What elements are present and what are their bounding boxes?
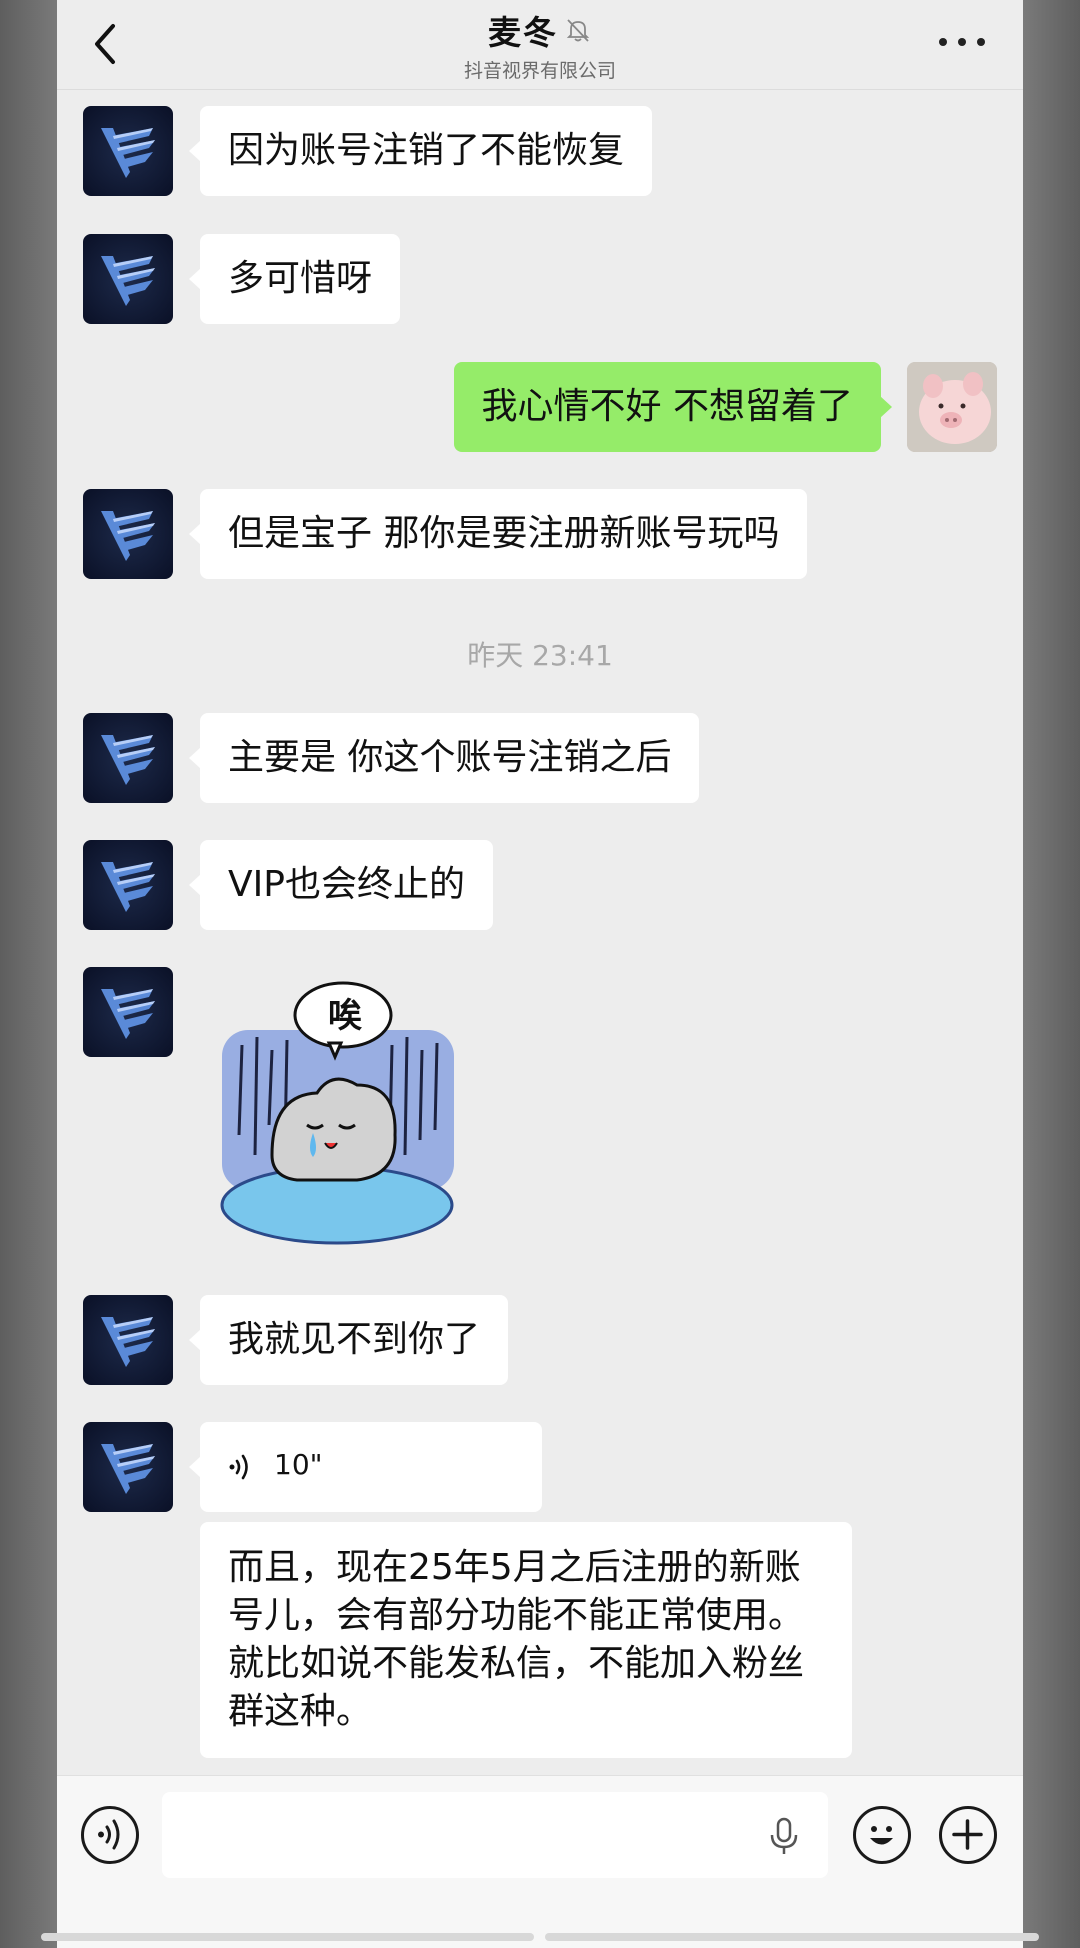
emoji-icon	[870, 1826, 893, 1845]
plus-icon	[952, 1819, 983, 1850]
message-bubble[interactable]: 因为账号注销了不能恢复	[188, 106, 653, 196]
emoji-button[interactable]	[853, 1806, 911, 1864]
v-logo-icon	[101, 1317, 155, 1367]
title-area: 麦冬 抖音视界有限公司	[57, 6, 1023, 83]
v-logo-icon	[101, 989, 155, 1039]
contact-avatar[interactable]	[83, 489, 173, 579]
message-bubble[interactable]: 我就见不到你了	[188, 1295, 509, 1385]
sticker-text: 唉	[328, 996, 363, 1036]
contact-avatar[interactable]	[83, 1422, 173, 1512]
contact-avatar[interactable]	[83, 840, 173, 930]
microphone-icon[interactable]	[767, 1816, 801, 1856]
sad-cloud-sticker[interactable]: 唉	[217, 975, 467, 1255]
right-backdrop	[1023, 0, 1080, 1948]
home-indicator-right	[545, 1933, 1039, 1941]
message-input[interactable]	[162, 1792, 828, 1878]
contact-avatar[interactable]	[83, 1295, 173, 1385]
bell-muted-icon	[566, 19, 590, 42]
contact-avatar[interactable]	[83, 967, 173, 1057]
voice-duration: 10"	[274, 1448, 323, 1481]
contact-avatar[interactable]	[83, 234, 173, 324]
chat-screen: 麦冬 抖音视界有限公司 因为账号注销了不能恢复 多可惜呀 我心情不好 不想留着了…	[57, 0, 1023, 1948]
timestamp: 昨天 23:41	[467, 639, 613, 672]
home-indicator-left	[41, 1933, 534, 1941]
message-bubble[interactable]: VIP也会终止的	[189, 840, 493, 930]
chat-subtitle: 抖音视界有限公司	[463, 60, 616, 82]
message-bubble[interactable]: 但是宝子 那你是要注册新账号玩吗	[188, 489, 808, 579]
message-bubble[interactable]: 多可惜呀	[188, 234, 401, 324]
voice-message[interactable]: 10"	[189, 1422, 542, 1512]
my-message-bubble[interactable]: 我心情不好 不想留着了	[453, 362, 893, 452]
v-logo-icon	[101, 256, 155, 306]
v-logo-icon	[101, 862, 155, 912]
voice-mode-button[interactable]	[81, 1806, 139, 1864]
v-logo-icon	[101, 1444, 155, 1494]
voice-mode-icon	[98, 1819, 120, 1850]
chat-header: 麦冬 抖音视界有限公司	[57, 0, 1023, 90]
more-actions-button[interactable]	[939, 1806, 997, 1864]
message-bubble[interactable]: 主要是 你这个账号注销之后	[188, 713, 700, 803]
v-logo-icon	[101, 735, 155, 785]
more-options-button[interactable]	[937, 30, 987, 54]
message-bubble-long[interactable]: 而且，现在25年5月之后注册的新账号儿，会有部分功能不能正常使用。就比如说不能发…	[200, 1522, 852, 1758]
sound-wave-icon	[229, 1454, 248, 1480]
contact-avatar[interactable]	[83, 713, 173, 803]
v-logo-icon	[101, 511, 155, 561]
v-logo-icon	[101, 128, 155, 178]
contact-avatar[interactable]	[83, 106, 173, 196]
pig-plush-icon	[907, 362, 997, 452]
input-bar	[57, 1775, 1023, 1948]
chat-title: 麦冬	[488, 13, 558, 52]
left-backdrop	[0, 0, 57, 1948]
my-avatar[interactable]	[907, 362, 997, 452]
